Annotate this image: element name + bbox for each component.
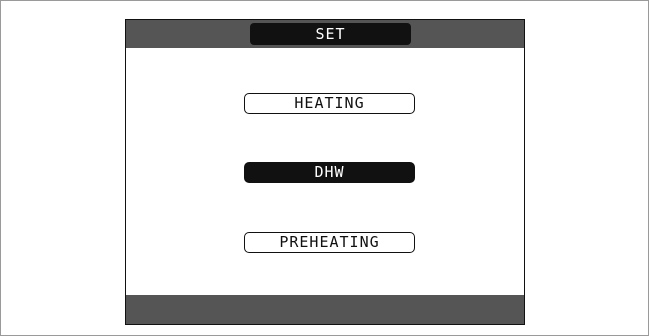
header-bar: SET xyxy=(126,20,524,48)
menu-option-preheating[interactable]: PREHEATING xyxy=(244,232,415,253)
lcd-screen: SET HEATING DHW PREHEATING xyxy=(125,19,525,325)
display-frame: SET HEATING DHW PREHEATING xyxy=(0,0,649,336)
menu-option-dhw[interactable]: DHW xyxy=(244,162,415,183)
menu-option-heating[interactable]: HEATING xyxy=(244,93,415,114)
screen-title: SET xyxy=(250,23,411,45)
footer-bar xyxy=(126,295,524,324)
